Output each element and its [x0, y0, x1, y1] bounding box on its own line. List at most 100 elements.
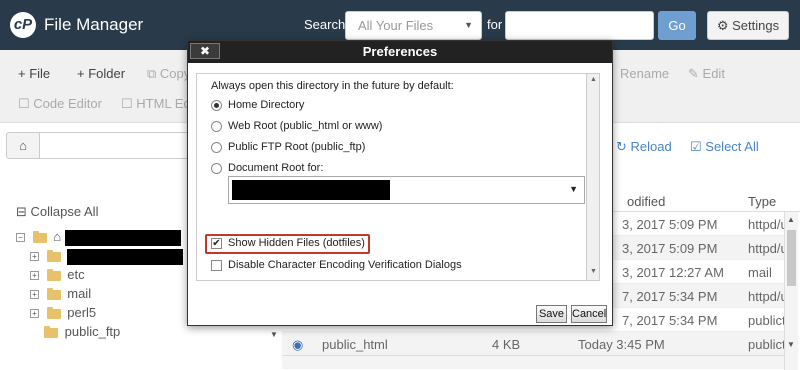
edit-label: Edit	[702, 66, 725, 81]
select-all-label: Select All	[705, 139, 759, 154]
scrollbar-thumb[interactable]	[787, 230, 796, 286]
tree-root[interactable]: − ⌂	[16, 229, 181, 247]
go-button[interactable]: Go	[658, 11, 696, 40]
search-input[interactable]	[505, 11, 654, 40]
disable-encoding-checkbox[interactable]	[211, 260, 222, 271]
redacted-domain	[232, 180, 390, 200]
close-button[interactable]: ✖	[190, 43, 220, 59]
row-modified: 3, 2017 12:27 AM	[622, 265, 724, 280]
new-folder-button[interactable]: + Folder	[77, 66, 125, 81]
search-scope-select[interactable]: All Your Files ▼	[345, 11, 482, 40]
radio-label: Web Root (public_html or www)	[228, 120, 383, 132]
table-header: odified Type	[600, 190, 800, 212]
column-modified[interactable]: odified	[627, 194, 665, 209]
scroll-up-arrow-icon[interactable]: ▲	[787, 215, 795, 224]
scroll-down-arrow-icon[interactable]: ▼	[590, 268, 597, 275]
html-editor-label: HTML Ed	[136, 96, 191, 111]
chevron-down-icon: ▼	[464, 20, 473, 30]
row-name: public_html	[322, 337, 388, 352]
plus-icon: +	[77, 66, 85, 81]
radio-label: Public FTP Root (public_ftp)	[228, 141, 366, 153]
tree-item-mail[interactable]: + mail	[30, 286, 91, 304]
new-file-button[interactable]: + File	[18, 66, 50, 81]
row-modified: Today 3:45 PM	[578, 337, 665, 352]
row-type: httpd/u	[748, 289, 788, 304]
document-root-select[interactable]: ▼	[228, 176, 585, 204]
tree-item-label: mail	[67, 286, 92, 301]
cancel-button[interactable]: Cancel	[571, 305, 607, 323]
checkbox-label: Show Hidden Files (dotfiles)	[228, 237, 365, 249]
settings-button[interactable]: ⚙ Settings	[707, 11, 789, 40]
folder-icon	[46, 287, 61, 300]
scroll-down-arrow-icon[interactable]: ▼	[787, 340, 795, 349]
radio-document-root[interactable]	[211, 163, 222, 174]
folder-open-icon	[32, 230, 47, 243]
home-icon: ⌂	[19, 138, 27, 153]
rename-button[interactable]: Rename	[620, 66, 669, 81]
checkbox-label: Disable Character Encoding Verification …	[228, 259, 462, 271]
home-button[interactable]: ⌂	[6, 132, 40, 159]
tree-item-perl5[interactable]: + perl5	[30, 305, 96, 323]
expand-icon: +	[30, 309, 39, 319]
collapse-all-button[interactable]: ⊟ Collapse All	[16, 204, 98, 220]
reload-button[interactable]: ↻ Reload	[616, 139, 672, 155]
rename-label: Rename	[620, 66, 670, 81]
redacted-username	[64, 229, 181, 246]
scroll-up-arrow-icon[interactable]: ▲	[590, 76, 597, 83]
html-editor-button[interactable]: ☐ HTML Ed	[121, 96, 191, 112]
copy-icon: ⧉	[147, 66, 157, 81]
preferences-dialog: Preferences ✖ Always open this directory…	[187, 40, 613, 326]
folder-icon	[46, 249, 61, 262]
row-type: publict	[748, 337, 786, 352]
tree-item-redacted[interactable]: +	[30, 248, 184, 266]
show-hidden-checkbox[interactable]: ✔	[211, 238, 222, 249]
dialog-scrollbar[interactable]: ▲ ▼	[586, 73, 600, 281]
tree-item-etc[interactable]: + etc	[30, 267, 85, 285]
table-horizontal-scrollbar[interactable]	[282, 355, 784, 369]
refresh-icon: ↻	[616, 139, 627, 154]
row-type: publict	[748, 313, 786, 328]
row-modified: 7, 2017 5:34 PM	[622, 289, 718, 304]
radio-home-directory[interactable]	[211, 100, 222, 111]
tree-item-label: perl5	[67, 305, 97, 320]
for-label: for	[487, 17, 503, 32]
checkbox-icon: ☑	[690, 139, 702, 154]
code-editor-label: Code Editor	[33, 96, 102, 111]
directory-intro-text: Always open this directory in the future…	[211, 80, 454, 92]
gear-icon: ⚙	[716, 18, 729, 33]
select-all-button[interactable]: ☑ Select All	[690, 139, 759, 155]
settings-label: Settings	[732, 18, 780, 33]
radio-web-root[interactable]	[211, 121, 222, 132]
path-input[interactable]	[40, 132, 200, 159]
edit-button[interactable]: ✎ Edit	[688, 66, 725, 82]
dialog-title: Preferences	[362, 44, 438, 59]
collapse-icon: −	[16, 233, 25, 243]
folder-icon	[44, 325, 58, 338]
copy-label: Copy	[159, 66, 191, 81]
redacted-folder-name	[67, 248, 184, 265]
save-button[interactable]: Save	[536, 305, 567, 323]
plus-icon: +	[18, 66, 26, 81]
tree-item-label: etc	[67, 267, 85, 282]
tree-item-public-ftp[interactable]: public_ftp	[44, 324, 120, 342]
expand-icon: +	[30, 271, 39, 281]
dialog-titlebar: Preferences	[188, 41, 612, 63]
folder-icon	[46, 306, 61, 319]
code-editor-button[interactable]: ☐ Code Editor	[18, 96, 102, 112]
new-file-label: File	[29, 66, 51, 81]
html-icon: ☐	[121, 96, 133, 111]
row-type: mail	[748, 265, 772, 280]
scroll-down-arrow-icon[interactable]: ▼	[270, 330, 278, 339]
globe-icon: ◉	[292, 337, 304, 352]
table-vertical-scrollbar[interactable]: ▲ ▼	[784, 212, 798, 370]
radio-public-ftp-root[interactable]	[211, 142, 222, 153]
copy-button[interactable]: ⧉ Copy	[147, 66, 190, 82]
tree-item-label: public_ftp	[64, 324, 121, 339]
radio-label: Home Directory	[228, 99, 305, 111]
minus-square-icon: ⊟	[16, 204, 27, 219]
dialog-body: Always open this directory in the future…	[196, 73, 594, 281]
row-type: httpd/u	[748, 241, 788, 256]
cpanel-logo: cP	[10, 12, 36, 38]
column-type[interactable]: Type	[748, 194, 776, 209]
table-row[interactable]: ◉ public_html 4 KB Today 3:45 PM publict	[282, 332, 786, 356]
